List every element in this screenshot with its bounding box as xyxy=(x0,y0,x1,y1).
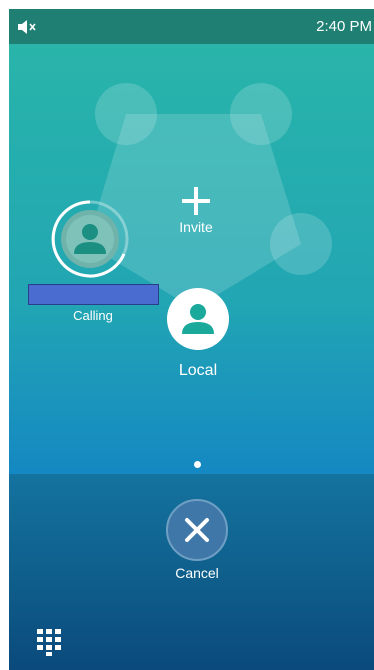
status-bar: 2:40 PM xyxy=(9,9,374,44)
close-icon xyxy=(185,518,209,542)
dialpad-icon[interactable] xyxy=(35,627,65,657)
conference-stage: Invite Calling Local xyxy=(9,44,374,474)
cancel-button[interactable] xyxy=(166,499,228,561)
local-avatar xyxy=(167,288,229,350)
cancel-label[interactable]: Cancel xyxy=(147,565,247,581)
plus-icon[interactable] xyxy=(180,185,212,217)
phone-screen: 2:40 PM Invite Calling Local Cancel xyxy=(9,9,374,670)
status-time: 2:40 PM xyxy=(316,18,372,35)
calling-avatar xyxy=(51,200,129,278)
local-label: Local xyxy=(178,362,218,379)
redacted-name-bar xyxy=(28,284,159,305)
empty-slot-right xyxy=(270,213,332,275)
empty-slot-top-left xyxy=(95,83,157,145)
call-actions-panel: Cancel xyxy=(9,474,374,670)
empty-slot-top-right xyxy=(230,83,292,145)
invite-label[interactable]: Invite xyxy=(146,219,246,235)
calling-status-label: Calling xyxy=(73,308,113,323)
page-indicator-dot xyxy=(194,461,201,468)
speaker-muted-icon xyxy=(18,20,36,34)
